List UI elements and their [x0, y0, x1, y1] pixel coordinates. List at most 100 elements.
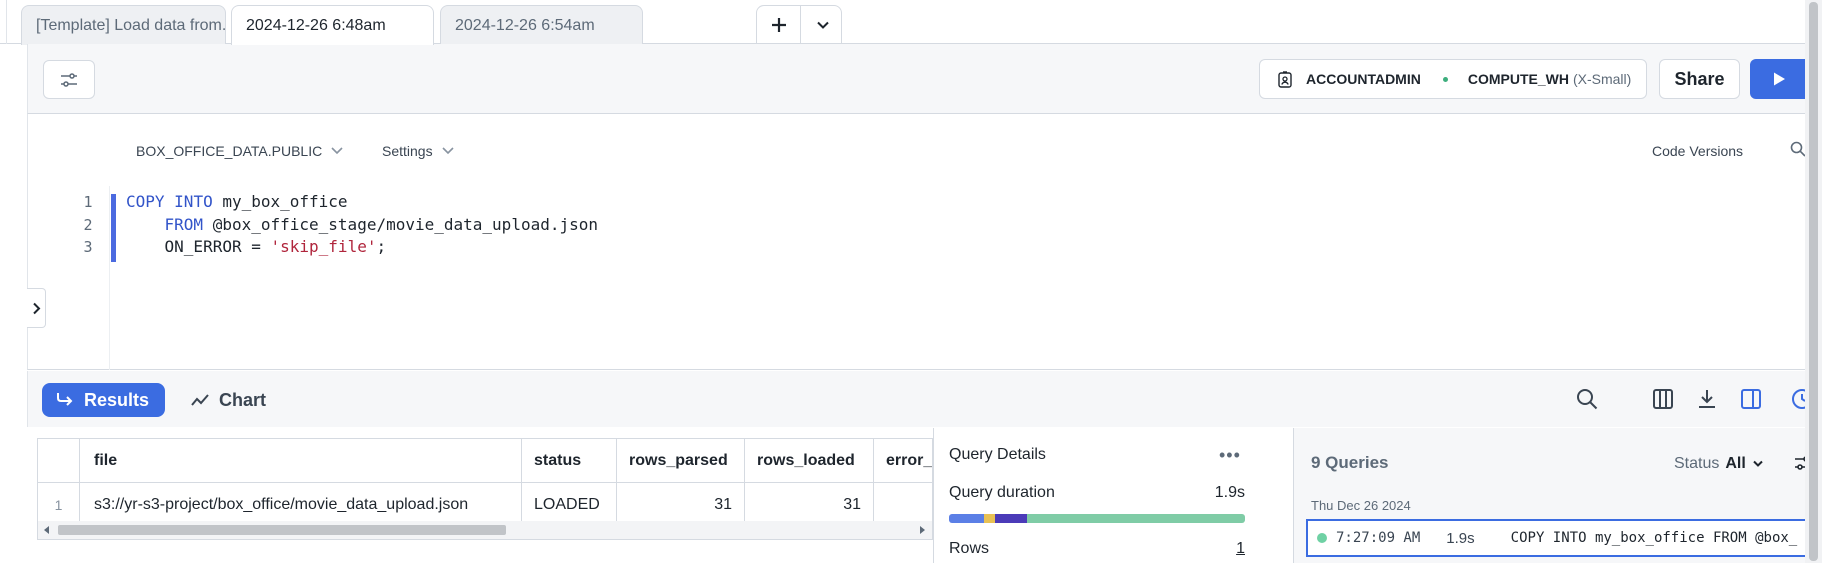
tab-list-dropdown[interactable] — [801, 6, 844, 44]
query-details-panel: Query Details ••• Query duration 1.9s Ro… — [933, 428, 1293, 563]
sql-editor[interactable]: 1 2 3 COPY INTO my_box_office FROM @box_… — [27, 186, 1822, 370]
filter-button[interactable] — [43, 60, 95, 99]
keyword: INTO — [174, 192, 213, 211]
line-number: 1 — [83, 193, 93, 211]
tab-label: 2024-12-26 6:48am — [246, 17, 386, 34]
download-button[interactable] — [1696, 388, 1718, 415]
code-text: ; — [376, 237, 387, 256]
chevron-down-icon — [1753, 460, 1763, 467]
sliders-icon — [61, 72, 77, 87]
grid-header-row: file status rows_parsed rows_loaded erro… — [38, 439, 932, 483]
horizontal-scrollbar[interactable] — [38, 521, 932, 539]
code-text: my_box_office — [212, 192, 348, 211]
badge-icon — [1278, 71, 1292, 88]
code-line-3: ON_ERROR = 'skip_file'; — [126, 237, 387, 256]
query-duration-value: 1.9s — [1214, 484, 1245, 501]
context-selector[interactable]: ACCOUNTADMIN COMPUTE_WH (X-Small) — [1259, 59, 1647, 99]
worksheet-toolbar: ACCOUNTADMIN COMPUTE_WH (X-Small) Share — [27, 44, 1822, 114]
query-duration: 1.9s — [1446, 529, 1475, 547]
string-literal: 'skip_file' — [270, 237, 377, 256]
rows-value-link[interactable]: 1 — [1236, 540, 1245, 558]
query-time: 7:27:09 AM — [1336, 530, 1421, 546]
editor-header: BOX_OFFICE_DATA.PUBLIC Settings Code Ver… — [27, 114, 1822, 186]
keyword: COPY — [126, 192, 165, 211]
results-bar: Results Chart — [27, 371, 1822, 427]
tab-label: 2024-12-26 6:54am — [455, 17, 595, 34]
code-text: ON_ERROR = — [164, 237, 271, 256]
code-line-1: COPY INTO my_box_office — [126, 192, 348, 211]
line-chart-icon — [191, 394, 209, 406]
chart-tab-button[interactable]: Chart — [191, 383, 266, 417]
query-date-header: Thu Dec 26 2024 — [1311, 498, 1411, 513]
code-text: @box_office_stage/movie_data_upload.json — [203, 215, 599, 234]
tab-template-load-data[interactable]: [Template] Load data from... — [21, 5, 226, 45]
queries-count-title: 9 Queries — [1311, 453, 1389, 472]
columns-icon — [1653, 389, 1673, 409]
status-filter[interactable]: Status All — [1674, 455, 1764, 473]
left-divider — [6, 0, 7, 44]
query-history-item[interactable]: 7:27:09 AM 1.9s COPY INTO my_box_office … — [1306, 519, 1822, 557]
rows-label: Rows — [949, 540, 990, 557]
worksheet-page: [Template] Load data from... 2024-12-26 … — [0, 0, 1822, 563]
settings-dropdown[interactable]: Settings — [382, 143, 455, 159]
tab-bar: [Template] Load data from... 2024-12-26 … — [0, 0, 1822, 45]
column-header-error-limit[interactable]: error_l — [874, 439, 932, 483]
duration-segment — [995, 514, 1027, 523]
sidebar-expand-button[interactable] — [27, 288, 46, 328]
code-line-2: FROM @box_office_stage/movie_data_upload… — [126, 215, 598, 234]
line-number: 3 — [83, 238, 93, 256]
status-dot — [1442, 76, 1448, 82]
database-selector[interactable]: BOX_OFFICE_DATA.PUBLIC — [136, 143, 344, 159]
chevron-right-icon — [32, 302, 40, 314]
success-status-icon — [1317, 533, 1327, 543]
tab-actions — [756, 5, 842, 44]
query-text-preview: COPY INTO my_box_office FROM @box_ — [1510, 530, 1798, 546]
share-button[interactable]: Share — [1659, 59, 1740, 99]
results-grid[interactable]: file status rows_parsed rows_loaded erro… — [37, 438, 933, 540]
settings-label: Settings — [382, 143, 433, 159]
duration-segment — [984, 514, 995, 523]
status-filter-value: All — [1725, 455, 1746, 472]
results-search-button[interactable] — [1576, 388, 1598, 415]
query-duration-label: Query duration — [949, 484, 1055, 501]
column-header-status[interactable]: status — [522, 439, 617, 483]
keyword: FROM — [164, 215, 204, 234]
role-label: ACCOUNTADMIN — [1306, 71, 1421, 87]
chevron-down-icon — [816, 21, 829, 29]
scroll-right-icon[interactable] — [918, 526, 926, 534]
line-number: 2 — [83, 216, 93, 234]
query-history-panel: 9 Queries Status All Thu Dec 26 2024 7:2… — [1293, 428, 1822, 563]
search-icon — [1790, 141, 1806, 157]
scrollbar-thumb[interactable] — [1809, 2, 1818, 561]
split-panel-icon — [1741, 389, 1761, 409]
chart-label: Chart — [219, 389, 267, 410]
warehouse-size: (X-Small) — [1572, 71, 1632, 87]
gutter-divider — [109, 186, 110, 370]
row-index-header — [38, 439, 80, 483]
column-header-file[interactable]: file — [80, 439, 522, 483]
column-header-rows-loaded[interactable]: rows_loaded — [745, 439, 874, 483]
tab-label: [Template] Load data from... — [36, 17, 226, 34]
results-label: Results — [84, 389, 150, 410]
page-vertical-scrollbar[interactable] — [1805, 0, 1822, 563]
query-details-title: Query Details — [949, 446, 1046, 463]
editor-search-button[interactable] — [1790, 141, 1806, 162]
columns-button[interactable] — [1652, 388, 1674, 415]
search-icon — [1577, 389, 1598, 410]
results-tab-button[interactable]: Results — [42, 383, 165, 417]
tab-worksheet-648am[interactable]: 2024-12-26 6:48am — [231, 5, 434, 45]
column-header-rows-parsed[interactable]: rows_parsed — [617, 439, 745, 483]
code-versions-button[interactable]: Code Versions — [1652, 143, 1743, 159]
split-view-button[interactable] — [1740, 388, 1762, 415]
tab-worksheet-654am[interactable]: 2024-12-26 6:54am — [440, 5, 643, 45]
scroll-left-icon[interactable] — [43, 526, 51, 534]
more-options-icon[interactable]: ••• — [1219, 445, 1241, 466]
download-icon — [1699, 390, 1715, 408]
return-arrow-icon — [57, 393, 73, 406]
chevron-down-icon — [442, 147, 454, 155]
query-duration-bar — [949, 514, 1245, 523]
new-tab-button[interactable] — [757, 6, 800, 44]
scrollbar-thumb[interactable] — [58, 525, 506, 535]
